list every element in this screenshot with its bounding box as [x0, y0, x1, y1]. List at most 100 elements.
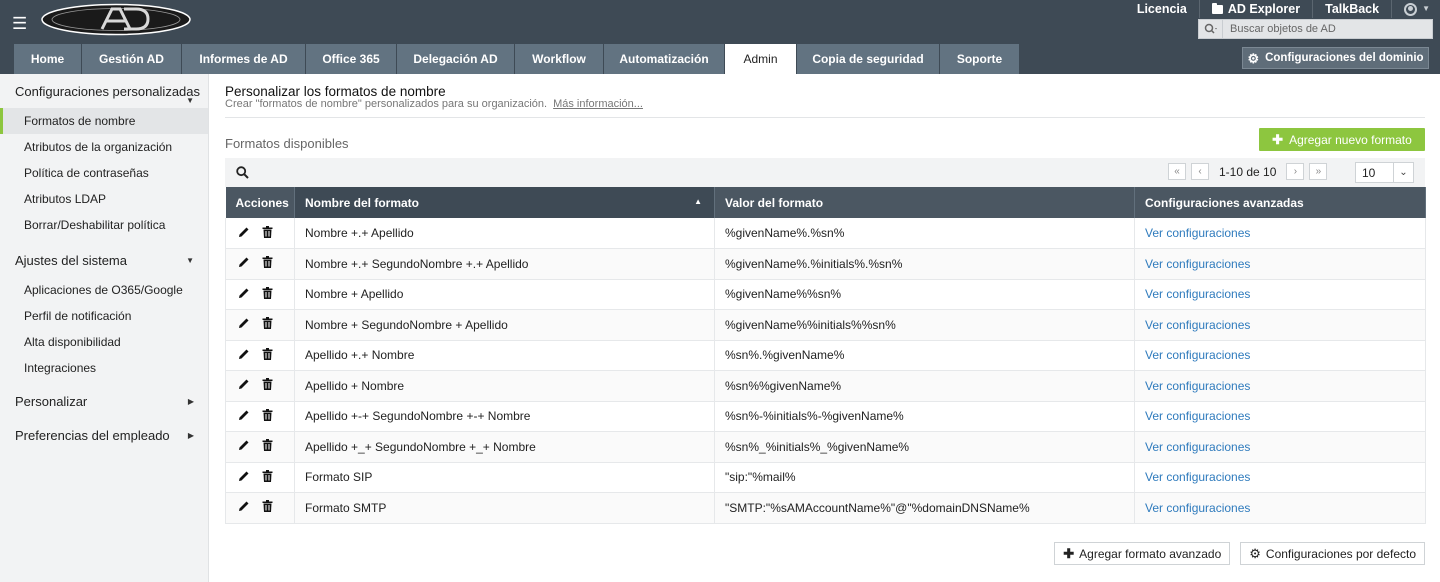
format-value-cell: %givenName%.%initials%.%sn%	[714, 248, 1135, 280]
actions-cell	[225, 340, 295, 371]
delete-icon[interactable]	[262, 317, 273, 332]
tab-delegacion-ad[interactable]: Delegación AD	[397, 44, 515, 74]
domain-settings-label: Configuraciones del dominio	[1265, 52, 1424, 64]
license-link[interactable]: Licencia	[1125, 0, 1200, 18]
sidebar-section-employee-prefs[interactable]: Preferencias del empleado ▶	[0, 418, 208, 452]
more-info-link[interactable]: Más información...	[553, 98, 643, 110]
default-settings-button[interactable]: ⚙ Configuraciones por defecto	[1240, 542, 1425, 565]
header-format-name[interactable]: Nombre del formato ▲	[294, 187, 715, 218]
sidebar-item-notification-profile[interactable]: Perfil de notificación	[0, 303, 208, 329]
edit-icon[interactable]	[238, 317, 250, 332]
delete-icon[interactable]	[262, 347, 273, 363]
talkback-label: TalkBack	[1325, 2, 1380, 16]
domain-settings-button[interactable]: ⚙ Configuraciones del dominio	[1242, 47, 1429, 69]
delete-icon[interactable]	[262, 439, 273, 454]
search-icon[interactable]	[236, 166, 249, 179]
search-icon[interactable]	[1199, 20, 1223, 38]
table-row: Apellido +.+ Nombre %sn%.%givenName% Ver c…	[225, 340, 1426, 371]
user-menu[interactable]: ▼	[1392, 0, 1440, 18]
view-settings-link[interactable]: Ver configuraciones	[1145, 409, 1250, 423]
edit-icon[interactable]	[238, 287, 250, 302]
sidebar-section-customize[interactable]: Personalizar ▶	[0, 384, 208, 418]
view-settings-link[interactable]: Ver configuraciones	[1145, 287, 1250, 301]
delete-icon[interactable]	[262, 256, 273, 271]
actions-cell	[225, 492, 295, 524]
sidebar-item-name-formats[interactable]: Formatos de nombre	[0, 108, 208, 134]
add-new-format-button[interactable]: ✚ Agregar nuevo formato	[1259, 128, 1425, 151]
tab-workflow[interactable]: Workflow	[515, 44, 604, 74]
main-tabs: Home Gestión AD Informes de AD Office 36…	[14, 44, 1020, 74]
tab-automatizacion[interactable]: Automatización	[604, 44, 725, 74]
section-title: Formatos disponibles	[225, 136, 349, 151]
sidebar-item-password-policy[interactable]: Política de contraseñas	[0, 160, 208, 186]
edit-icon[interactable]	[238, 256, 250, 271]
edit-icon[interactable]	[238, 378, 250, 393]
license-label: Licencia	[1136, 2, 1187, 16]
tab-copia-seguridad[interactable]: Copia de seguridad	[797, 44, 940, 74]
ad-logo[interactable]	[40, 3, 193, 36]
tab-home[interactable]: Home	[14, 44, 82, 74]
add-new-format-label: Agregar nuevo formato	[1289, 132, 1412, 147]
format-name-cell: Apellido +-+ SegundoNombre +-+ Nombre	[294, 401, 715, 432]
view-settings-link[interactable]: Ver configuraciones	[1145, 440, 1250, 454]
delete-icon[interactable]	[262, 408, 273, 424]
tab-soporte[interactable]: Soporte	[940, 44, 1020, 74]
edit-icon[interactable]	[238, 409, 250, 424]
format-name-cell: Apellido + Nombre	[294, 370, 715, 402]
page-size-select[interactable]: 10 ⌄	[1355, 162, 1414, 183]
view-settings-link[interactable]: Ver configuraciones	[1145, 318, 1250, 332]
view-settings-link[interactable]: Ver configuraciones	[1145, 470, 1250, 484]
chevron-right-icon: ▶	[187, 396, 194, 406]
sidebar-item-ldap-attributes[interactable]: Atributos LDAP	[0, 186, 208, 212]
first-page-button[interactable]: «	[1168, 163, 1186, 180]
plus-icon: ✚	[1272, 131, 1284, 147]
advanced-settings-cell: Ver configuraciones	[1134, 340, 1426, 371]
edit-icon[interactable]	[238, 348, 250, 363]
format-name-cell: Nombre + SegundoNombre + Apellido	[294, 309, 715, 341]
edit-icon[interactable]	[238, 500, 250, 515]
sidebar-item-high-availability[interactable]: Alta disponibilidad	[0, 329, 208, 355]
tab-informes-ad[interactable]: Informes de AD	[182, 44, 306, 74]
view-settings-link[interactable]: Ver configuraciones	[1145, 501, 1250, 515]
view-settings-link[interactable]: Ver configuraciones	[1145, 257, 1250, 271]
sidebar-section-label: Configuraciones personalizadas	[15, 83, 201, 99]
delete-icon[interactable]	[262, 286, 273, 302]
add-advanced-format-label: Agregar formato avanzado	[1079, 546, 1222, 561]
sidebar-item-org-attributes[interactable]: Atributos de la organización	[0, 134, 208, 160]
last-page-button[interactable]: »	[1309, 163, 1328, 180]
sidebar-section-custom-settings[interactable]: Configuraciones personalizadas ▼	[0, 74, 208, 108]
edit-icon[interactable]	[238, 439, 250, 454]
header-format-value[interactable]: Valor del formato	[714, 187, 1135, 218]
sidebar-section-label: Preferencias del empleado	[15, 427, 170, 443]
delete-icon[interactable]	[262, 378, 273, 393]
tab-gestion-ad[interactable]: Gestión AD	[82, 44, 182, 74]
ad-explorer-link[interactable]: AD Explorer	[1200, 0, 1314, 18]
delete-icon[interactable]	[262, 225, 273, 241]
edit-icon[interactable]	[238, 470, 250, 485]
ad-search-input[interactable]	[1223, 23, 1423, 35]
view-settings-link[interactable]: Ver configuraciones	[1145, 348, 1250, 362]
sidebar-item-integrations[interactable]: Integraciones	[0, 355, 208, 381]
talkback-link[interactable]: TalkBack	[1313, 0, 1393, 18]
hamburger-icon[interactable]: ☰	[12, 15, 27, 33]
table-row: Formato SMTP "SMTP:"%sAMAccountName%"@"%d…	[225, 492, 1426, 524]
prev-page-button[interactable]: ‹	[1191, 163, 1209, 180]
view-settings-link[interactable]: Ver configuraciones	[1145, 379, 1250, 393]
delete-icon[interactable]	[262, 469, 273, 485]
tab-office365[interactable]: Office 365	[306, 44, 397, 74]
sidebar-section-system-settings[interactable]: Ajustes del sistema ▼	[0, 243, 208, 277]
advanced-settings-cell: Ver configuraciones	[1134, 370, 1426, 402]
view-settings-link[interactable]: Ver configuraciones	[1145, 226, 1250, 240]
advanced-settings-cell: Ver configuraciones	[1134, 401, 1426, 432]
actions-cell	[225, 309, 295, 341]
delete-icon[interactable]	[262, 500, 273, 515]
add-advanced-format-button[interactable]: ✚ Agregar formato avanzado	[1054, 542, 1231, 565]
edit-icon[interactable]	[238, 226, 250, 241]
format-name-cell: Nombre +.+ SegundoNombre +.+ Apellido	[294, 248, 715, 280]
tab-admin[interactable]: Admin	[725, 44, 797, 74]
next-page-button[interactable]: ›	[1286, 163, 1305, 180]
sidebar-item-delete-disable-policy[interactable]: Borrar/Deshabilitar política	[0, 212, 208, 238]
sidebar-item-o365-google-apps[interactable]: Aplicaciones de O365/Google	[0, 277, 208, 303]
sidebar-section-label: Personalizar	[15, 393, 88, 409]
default-settings-label: Configuraciones por defecto	[1265, 546, 1416, 561]
